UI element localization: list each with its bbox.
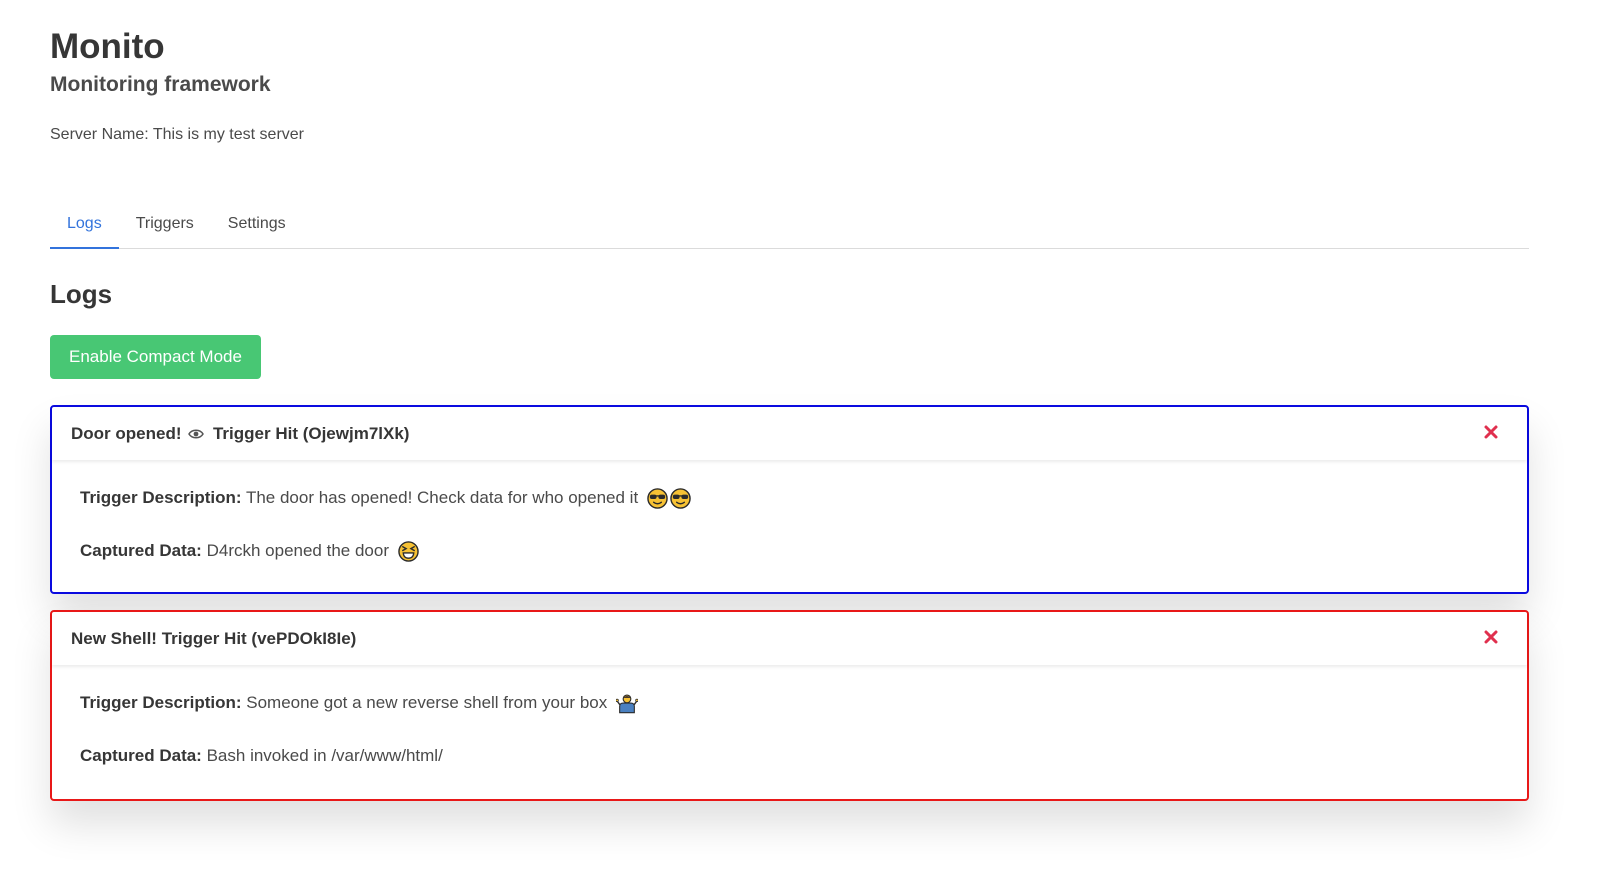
trigger-description-line: Trigger Description: The door has opened… <box>80 486 1527 510</box>
captured-data-value: D4rckh opened the door <box>206 541 389 560</box>
log-title-suffix: Trigger Hit (vePDOkI8Ie) <box>161 628 357 648</box>
tab-triggers[interactable]: Triggers <box>119 201 211 247</box>
close-icon[interactable] <box>1480 626 1502 648</box>
enable-compact-mode-button[interactable]: Enable Compact Mode <box>50 335 261 379</box>
tab-bar: Logs Triggers Settings <box>50 201 1529 249</box>
sunglasses-face-icon <box>647 488 668 509</box>
log-card: New Shell! Trigger Hit (vePDOkI8Ie) Trig… <box>50 610 1529 801</box>
app-subtitle: Monitoring framework <box>50 73 271 96</box>
log-title-suffix: Trigger Hit (Ojewjm7lXk) <box>212 423 410 443</box>
person-shrugging-icon <box>615 694 638 714</box>
captured-data-label: Captured Data: <box>80 746 202 765</box>
close-icon[interactable] <box>1480 421 1502 443</box>
log-card-title: Door opened! Trigger Hit (Ojewjm7lXk) <box>71 424 409 444</box>
captured-data-label: Captured Data: <box>80 541 202 560</box>
trigger-description-value: Someone got a new reverse shell from you… <box>246 693 608 712</box>
trigger-description-line: Trigger Description: Someone got a new r… <box>80 691 1527 715</box>
log-card-header: Door opened! Trigger Hit (Ojewjm7lXk) <box>52 407 1527 460</box>
server-info: Server Name: This is my test server <box>50 124 1529 146</box>
server-name: This is my test server <box>152 126 304 143</box>
log-card-body: Trigger Description: Someone got a new r… <box>52 665 1527 768</box>
grinning-squinting-face-icon <box>397 541 419 562</box>
page-container: Monito Monitoring framework Server Name:… <box>50 0 1529 801</box>
trigger-description-label: Trigger Description: <box>80 693 242 712</box>
sunglasses-face-icon <box>670 488 691 509</box>
logs-section-title: Logs <box>50 279 113 309</box>
log-title-prefix: New Shell! <box>71 628 157 648</box>
eye-icon <box>188 429 205 439</box>
log-title-prefix: Door opened! <box>71 423 182 443</box>
captured-data-line: Captured Data: Bash invoked in /var/www/… <box>80 744 1527 768</box>
trigger-description-label: Trigger Description: <box>80 488 242 507</box>
captured-data-value: Bash invoked in /var/www/html/ <box>206 746 443 765</box>
log-card-body: Trigger Description: The door has opened… <box>52 460 1527 563</box>
log-card-header: New Shell! Trigger Hit (vePDOkI8Ie) <box>52 612 1527 665</box>
app-title: Monito <box>50 27 165 66</box>
log-card-title: New Shell! Trigger Hit (vePDOkI8Ie) <box>71 629 356 649</box>
captured-data-line: Captured Data: D4rckh opened the door <box>80 539 1527 563</box>
tab-logs[interactable]: Logs <box>50 201 119 249</box>
trigger-description-value: The door has opened! Check data for who … <box>245 488 639 507</box>
tab-settings[interactable]: Settings <box>211 201 303 247</box>
log-card: Door opened! Trigger Hit (Ojewjm7lXk) Tr… <box>50 405 1529 594</box>
server-label: Server Name: <box>50 126 149 143</box>
